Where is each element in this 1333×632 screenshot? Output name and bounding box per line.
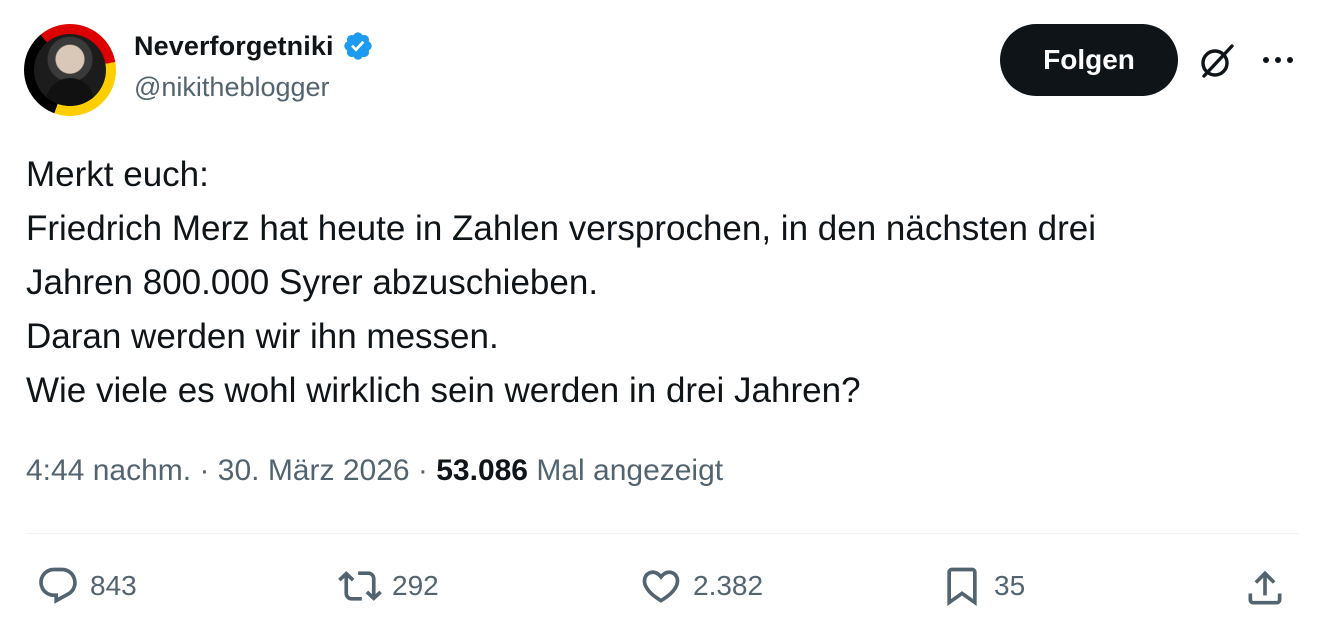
author-handle[interactable]: @nikitheblogger	[134, 72, 330, 103]
tweet-line: Merkt euch:	[26, 155, 209, 194]
tweet-line: Friedrich Merz hat heute in Zahlen versp…	[26, 209, 1097, 248]
tweet-text: Merkt euch: Friedrich Merz hat heute in …	[26, 148, 1306, 418]
follow-button[interactable]: Folgen	[1000, 24, 1178, 96]
avatar-photo	[34, 34, 106, 106]
views-count: 53.086	[436, 454, 528, 487]
repost-button[interactable]: 292	[338, 562, 439, 610]
meta-separator: ·	[191, 454, 218, 487]
avatar[interactable]	[24, 24, 116, 116]
tweet-date[interactable]: 30. März 2026	[218, 454, 410, 487]
repost-count: 292	[392, 570, 439, 601]
like-count: 2.382	[693, 570, 764, 601]
share-icon[interactable]	[1243, 566, 1287, 610]
grok-icon[interactable]	[1196, 40, 1238, 82]
tweet-line: Daran werden wir ihn messen.	[26, 317, 499, 356]
verified-badge-icon[interactable]	[342, 30, 374, 62]
meta-separator: ·	[409, 454, 437, 487]
tweet-line: Wie viele es wohl wirklich sein werden i…	[26, 371, 861, 410]
tweet-line: Jahren 800.000 Syrer abzuschieben.	[26, 263, 599, 302]
reply-count: 843	[90, 570, 137, 601]
bookmark-button[interactable]: 35	[940, 562, 1025, 610]
tweet-meta: 4:44 nachm. · 30. März 2026 · 53.086 Mal…	[26, 454, 723, 488]
views-label: Mal angezeigt	[528, 454, 724, 487]
bookmark-icon	[947, 567, 977, 607]
author-display-name[interactable]: Neverforgetniki	[134, 31, 334, 62]
author-name-row: Neverforgetniki	[134, 26, 374, 66]
divider	[26, 533, 1299, 534]
tweet-time[interactable]: 4:44 nachm.	[26, 454, 191, 487]
heart-icon	[642, 570, 680, 603]
more-dots-icon[interactable]	[1258, 46, 1298, 74]
like-button[interactable]: 2.382	[639, 562, 763, 610]
repost-icon	[338, 571, 382, 601]
avatar-figure	[46, 78, 94, 106]
reply-icon	[39, 567, 77, 604]
reply-button[interactable]: 843	[36, 562, 137, 610]
bookmark-count: 35	[994, 570, 1026, 601]
